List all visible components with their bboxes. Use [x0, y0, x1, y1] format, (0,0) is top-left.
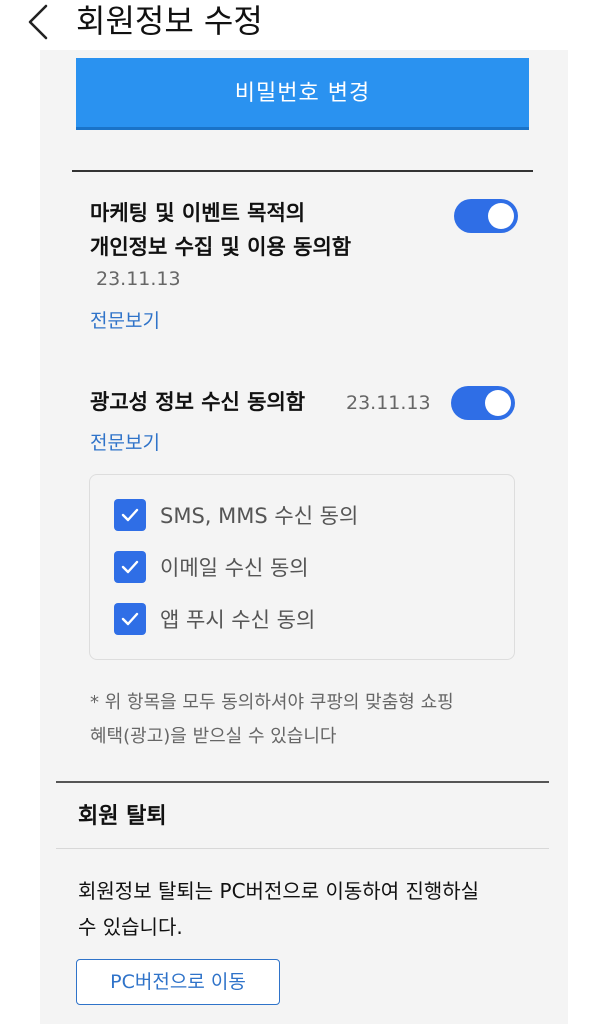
ad-full-text-link[interactable]: 전문보기	[90, 428, 160, 455]
toggle-knob	[488, 203, 514, 229]
app-header: 회원정보 수정	[0, 0, 592, 50]
checkbox-label: 이메일 수신 동의	[160, 556, 309, 580]
section-divider	[72, 170, 533, 172]
consent-note-line1: * 위 항목을 모두 동의하셔야 쿠팡의 맞춤형 쇼핑	[90, 692, 454, 713]
checkbox-label: 앱 푸시 수신 동의	[160, 608, 316, 632]
ad-channel-options: SMS, MMS 수신 동의 이메일 수신 동의 앱 푸시 수신 동의	[89, 474, 515, 660]
checkbox-checked-icon	[114, 499, 146, 531]
back-button[interactable]	[22, 2, 56, 42]
checkbox-email[interactable]: 이메일 수신 동의	[114, 551, 309, 583]
withdraw-description-line2: 수 있습니다.	[78, 915, 183, 939]
ad-consent-title: 광고성 정보 수신 동의함	[90, 390, 306, 414]
page-title: 회원정보 수정	[76, 2, 263, 40]
ad-consent-toggle[interactable]	[451, 386, 515, 420]
withdraw-description: 회원정보 탈퇴는 PC버전으로 이동하여 진행하실 수 있습니다.	[78, 873, 538, 945]
consent-note: * 위 항목을 모두 동의하셔야 쿠팡의 맞춤형 쇼핑 혜택(광고)을 받으실 …	[90, 686, 530, 754]
marketing-full-text-link[interactable]: 전문보기	[90, 306, 160, 333]
chevron-left-icon	[28, 4, 48, 40]
go-to-pc-version-button[interactable]: PC버전으로 이동	[76, 959, 280, 1005]
checkbox-sms-mms[interactable]: SMS, MMS 수신 동의	[114, 499, 358, 531]
marketing-consent-title: 마케팅 및 이벤트 목적의 개인정보 수집 및 이용 동의함	[90, 196, 351, 264]
marketing-consent-toggle[interactable]	[454, 199, 518, 233]
checkbox-checked-icon	[114, 551, 146, 583]
change-password-button[interactable]: 비밀번호 변경	[76, 58, 529, 130]
checkbox-checked-icon	[114, 603, 146, 635]
toggle-knob	[485, 390, 511, 416]
checkbox-app-push[interactable]: 앱 푸시 수신 동의	[114, 603, 315, 635]
consent-note-line2: 혜택(광고)을 받으실 수 있습니다	[90, 726, 337, 747]
section-divider	[56, 781, 549, 783]
withdraw-description-line1: 회원정보 탈퇴는 PC버전으로 이동하여 진행하실	[78, 879, 480, 903]
withdraw-section-title: 회원 탈퇴	[78, 804, 167, 829]
marketing-consent-title-line1: 마케팅 및 이벤트 목적의	[90, 201, 306, 225]
withdraw-divider	[56, 848, 549, 849]
marketing-consent-date: 23.11.13	[96, 268, 181, 290]
ad-consent-date: 23.11.13	[346, 392, 431, 414]
checkbox-label: SMS, MMS 수신 동의	[160, 504, 359, 528]
marketing-consent-title-line2: 개인정보 수집 및 이용 동의함	[90, 235, 352, 259]
